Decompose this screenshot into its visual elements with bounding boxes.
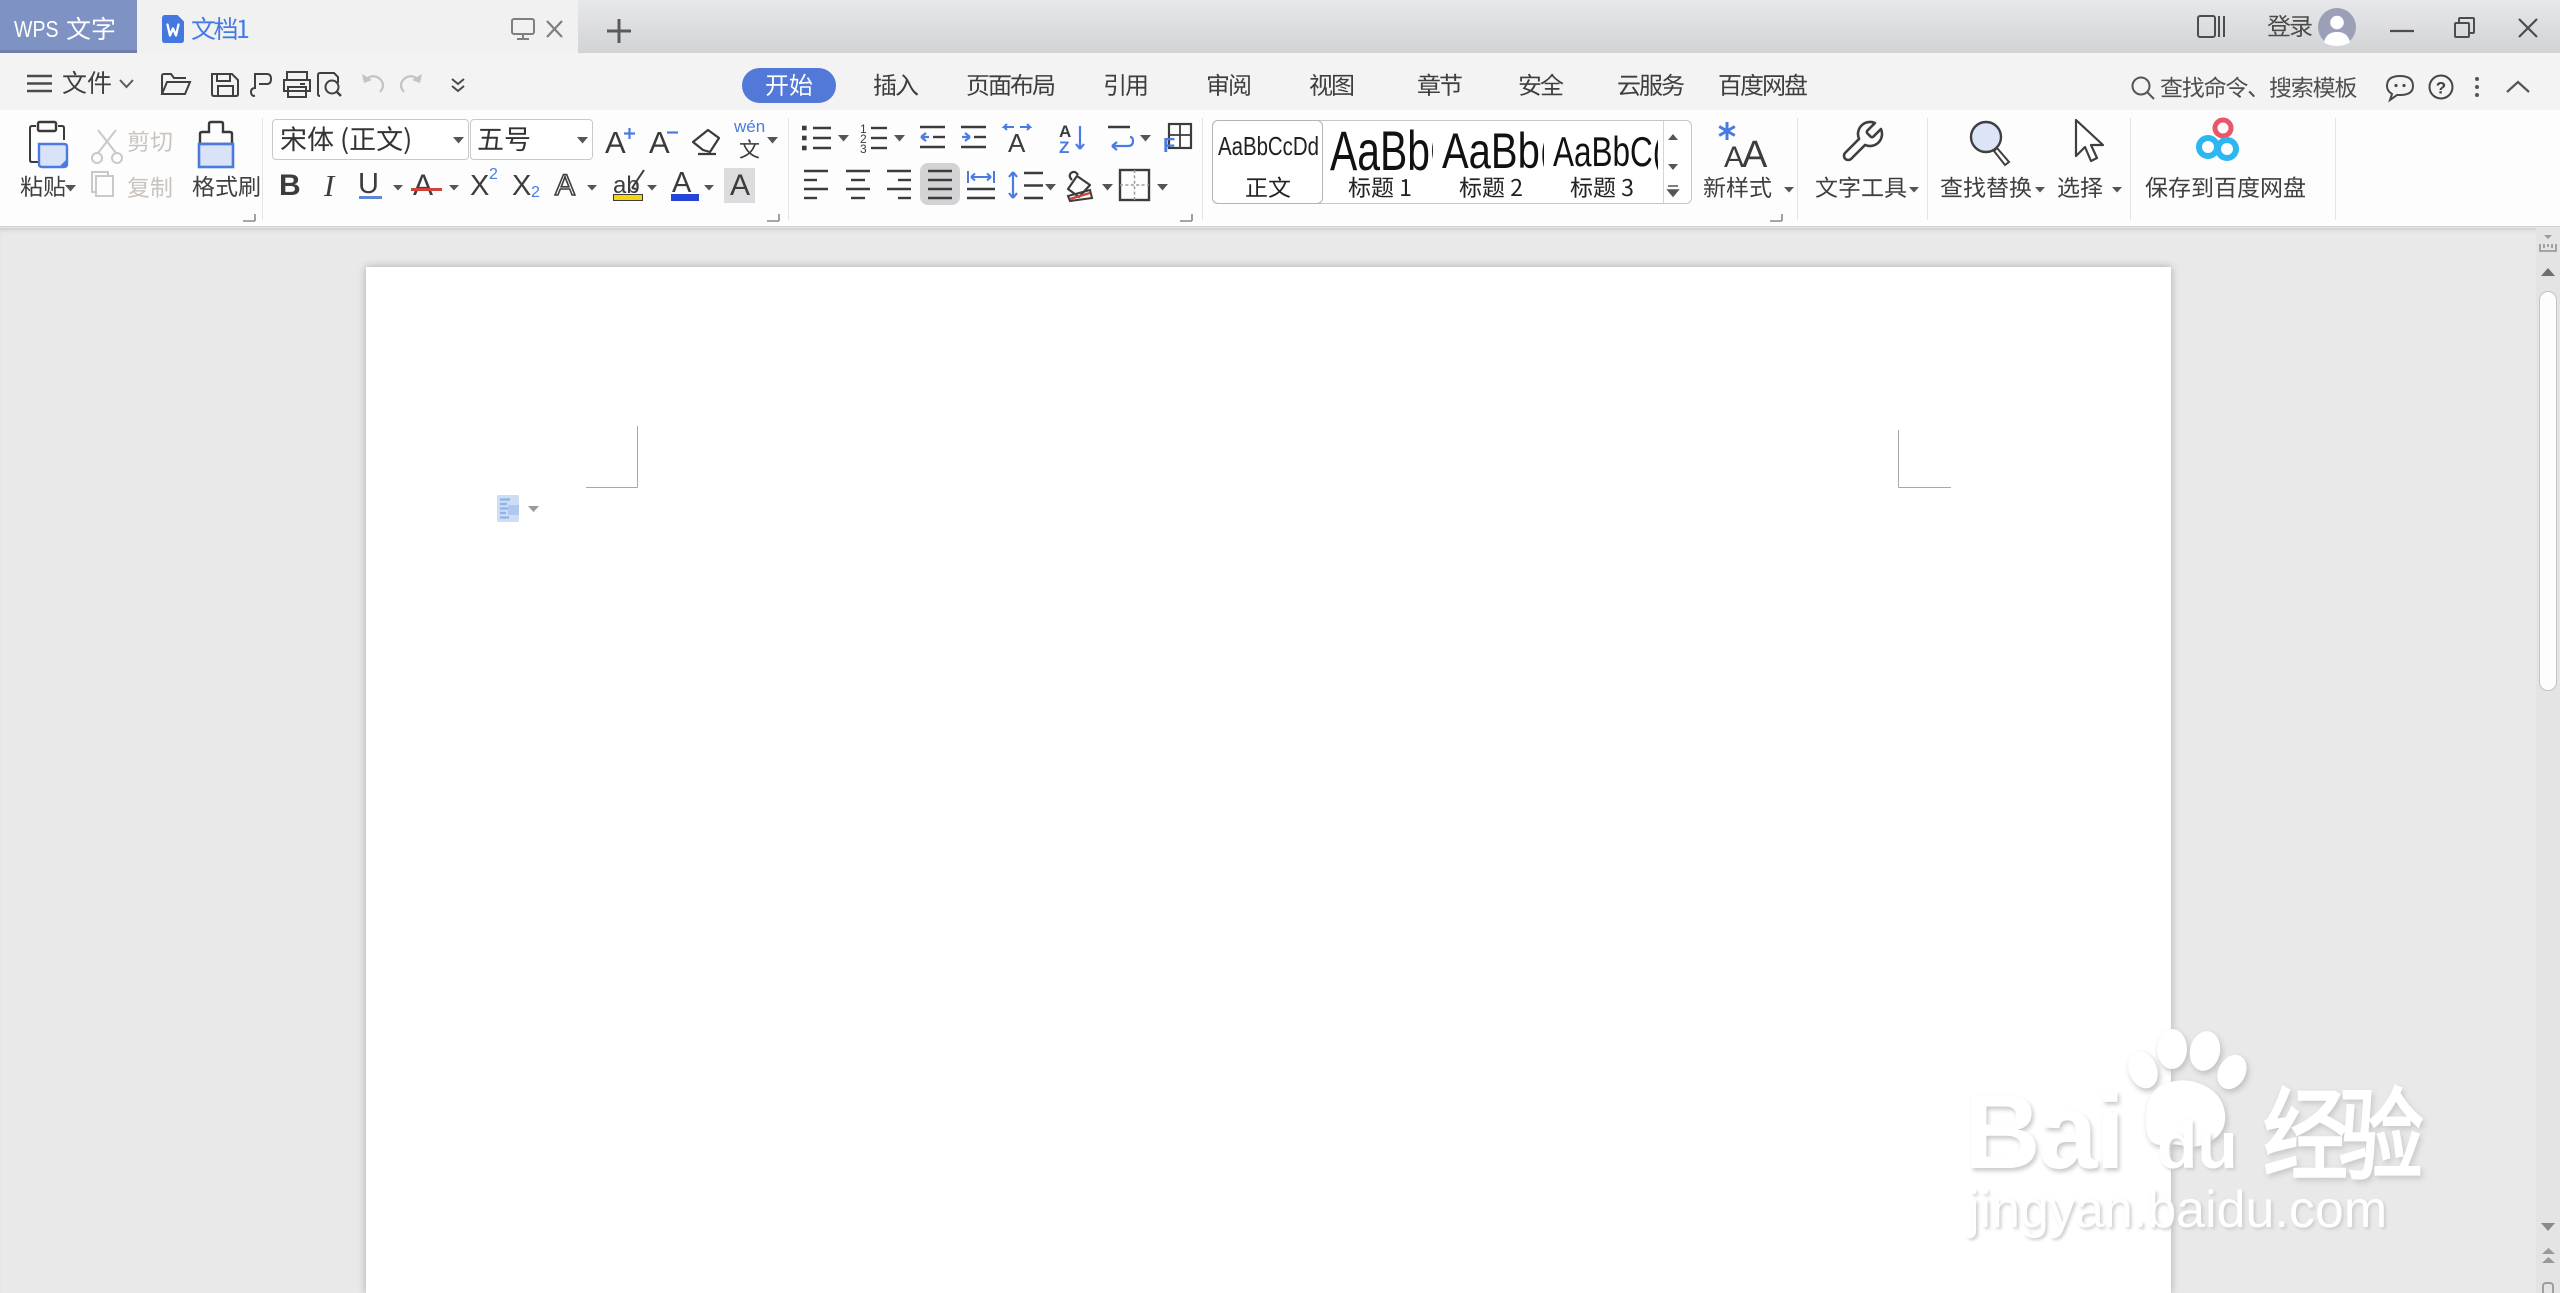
svg-text:A: A xyxy=(1724,141,1744,170)
svg-text:A: A xyxy=(1742,134,1768,170)
svg-text:?: ? xyxy=(2436,79,2446,98)
